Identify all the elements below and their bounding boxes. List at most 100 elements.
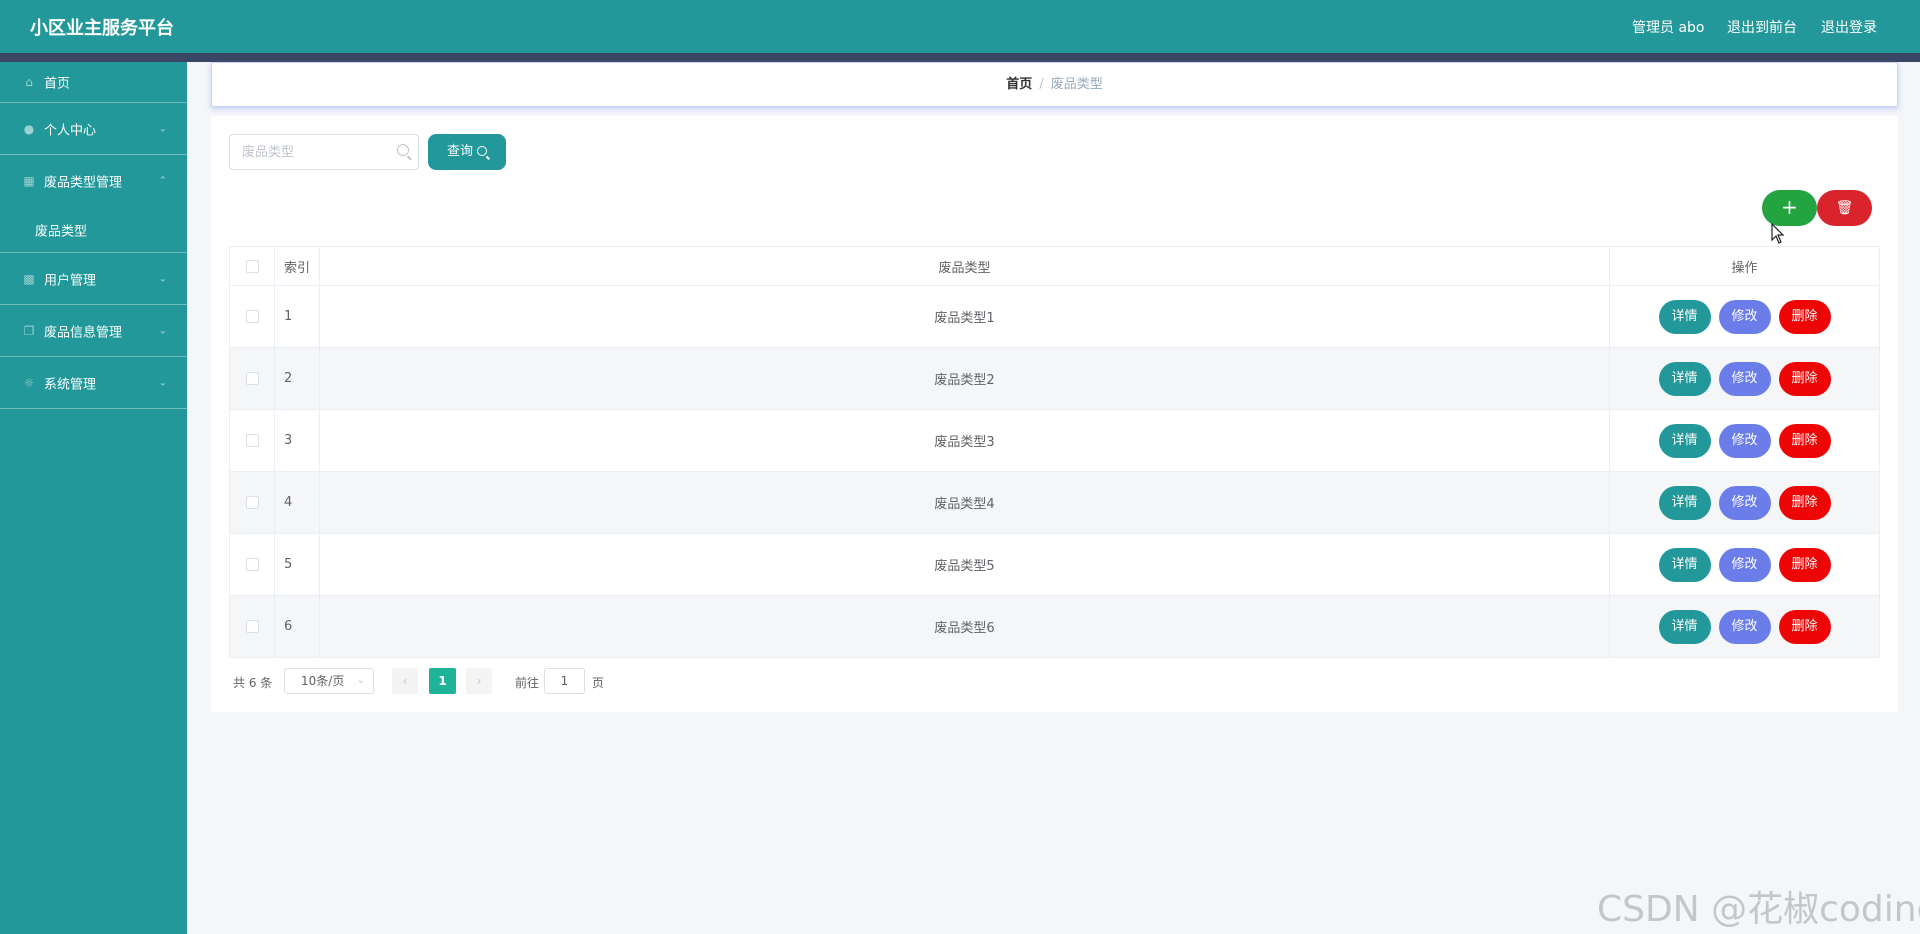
sidebar-item-label: 个人中心 [44,123,97,138]
table-row: 1 废品类型1 详情 修改 删除 [229,285,1880,348]
chevron-up-icon: ⌃ [158,175,167,187]
row-actions: 详情 修改 删除 [1609,409,1880,472]
edit-button[interactable]: 修改 [1718,609,1771,644]
row-checkbox[interactable] [245,620,259,633]
row-checkbox[interactable] [245,310,259,323]
chevron-down-icon: ⌄ [158,273,167,284]
sidebar-subitem-waste-type[interactable]: 废品类型 [0,207,187,253]
sidebar: ⌂ 首页 ● 个人中心 ⌄ ▦ 废品类型管理 ⌃ 废品类型 ▩ 用户管理 ⌄ ❐… [0,62,187,934]
detail-button[interactable]: 详情 [1658,423,1711,458]
top-bar: 小区业主服务平台 管理员 abo 退出到前台 退出登录 [0,0,1920,53]
chevron-left-icon: ‹ [402,674,408,688]
to-frontend-link[interactable]: 退出到前台 [1727,17,1797,37]
nav-strip [0,53,1920,62]
sidebar-item-home[interactable]: ⌂ 首页 [0,62,187,103]
row-waste-type: 废品类型4 [319,471,1610,534]
row-check-cell [229,409,275,472]
sidebar-item-system-management[interactable]: ☼ 系统管理 ⌄ [0,357,187,409]
row-index: 5 [274,533,320,596]
row-actions: 详情 修改 删除 [1609,595,1880,658]
row-waste-type: 废品类型2 [319,347,1610,410]
sidebar-item-personal-center[interactable]: ● 个人中心 ⌄ [0,103,187,155]
row-actions: 详情 修改 删除 [1609,347,1880,410]
query-button[interactable]: 查询 [428,134,506,170]
column-header-waste-type: 废品类型 [319,246,1610,286]
query-button-label: 查询 [446,144,473,159]
edit-button[interactable]: 修改 [1718,423,1771,458]
sidebar-item-label: 用户管理 [44,273,97,288]
delete-button[interactable]: 删除 [1778,485,1831,520]
grid-icon: ▦ [23,174,35,188]
page-size-value: 10条/页 [301,674,345,688]
detail-button[interactable]: 详情 [1658,361,1711,396]
edit-button[interactable]: 修改 [1718,361,1771,396]
row-checkbox[interactable] [245,372,259,385]
table-row: 6 废品类型6 详情 修改 删除 [229,595,1880,658]
table-row: 2 废品类型2 详情 修改 删除 [229,347,1880,410]
table-header-row: 索引 废品类型 操作 [229,246,1880,286]
row-check-cell [229,533,275,596]
row-checkbox[interactable] [245,496,259,509]
row-actions: 详情 修改 删除 [1609,471,1880,534]
edit-button[interactable]: 修改 [1718,485,1771,520]
page-suffix: 页 [592,676,605,690]
main-content: 查询 + 🗑 索引 废品类型 操作 1 废品类型1 详情修改删除 2 [211,116,1898,712]
total-count: 共 6 条 [233,676,273,690]
column-header-index: 索引 [274,246,320,286]
mouse-cursor-icon [1771,223,1785,244]
chevron-right-icon: › [476,674,482,688]
briefcase-icon: ▩ [23,271,35,286]
delete-button[interactable]: 删除 [1778,361,1831,396]
sidebar-item-label: 系统管理 [44,377,97,392]
sidebar-item-waste-type-management[interactable]: ▦ 废品类型管理 ⌃ [0,155,187,207]
breadcrumb-home[interactable]: 首页 [1006,77,1032,92]
delete-button[interactable]: 删除 [1778,423,1831,458]
search-input[interactable] [242,143,392,161]
sidebar-item-user-management[interactable]: ▩ 用户管理 ⌄ [0,253,187,305]
sidebar-item-label: 废品信息管理 [44,325,123,340]
row-actions: 详情 修改 删除 [1609,285,1880,348]
row-waste-type: 废品类型6 [319,595,1610,658]
detail-button[interactable]: 详情 [1658,609,1711,644]
edit-button[interactable]: 修改 [1718,547,1771,582]
detail-button[interactable]: 详情 [1658,547,1711,582]
row-index: 6 [274,595,320,658]
edit-button[interactable]: 修改 [1718,299,1771,334]
logout-link[interactable]: 退出登录 [1821,17,1877,37]
delete-button[interactable]: 删除 [1778,609,1831,644]
breadcrumb-separator: / [1039,77,1044,92]
row-checkbox[interactable] [245,434,259,447]
settings-icon: ☼ [23,375,35,390]
goto-page-input[interactable] [544,668,585,694]
row-waste-type: 废品类型3 [319,409,1610,472]
add-button[interactable]: + [1762,190,1817,226]
page-number-button[interactable]: 1 [429,668,456,694]
search-icon [397,144,409,156]
breadcrumb: 首页 / 废品类型 [211,62,1898,107]
select-all-checkbox[interactable] [245,259,259,273]
row-index: 2 [274,347,320,410]
sidebar-item-label: 首页 [44,76,71,92]
table-row: 3 废品类型3 详情 修改 删除 [229,409,1880,472]
row-checkbox[interactable] [245,558,259,571]
delete-button[interactable]: 删除 [1778,299,1831,334]
chevron-down-icon: ⌄ [158,123,167,134]
row-index: 3 [274,409,320,472]
batch-delete-button[interactable]: 🗑 [1817,190,1872,226]
prev-page-button[interactable]: ‹ [392,668,418,694]
select-all-cell [229,246,275,286]
sidebar-item-label: 废品类型管理 [44,175,123,191]
detail-button[interactable]: 详情 [1658,299,1711,334]
row-check-cell [229,347,275,410]
detail-button[interactable]: 详情 [1658,485,1711,520]
sidebar-item-waste-info-management[interactable]: ❐ 废品信息管理 ⌄ [0,305,187,357]
chevron-down-icon: ⌄ [356,675,365,686]
table-row: 5 废品类型5 详情 修改 删除 [229,533,1880,596]
next-page-button[interactable]: › [466,668,492,694]
row-index: 1 [274,285,320,348]
delete-button[interactable]: 删除 [1778,547,1831,582]
search-field[interactable] [229,134,419,170]
watermark: CSDN @花椒coding [1597,889,1920,930]
column-header-actions: 操作 [1609,246,1880,286]
page-size-select[interactable]: 10条/页 ⌄ [284,668,374,694]
